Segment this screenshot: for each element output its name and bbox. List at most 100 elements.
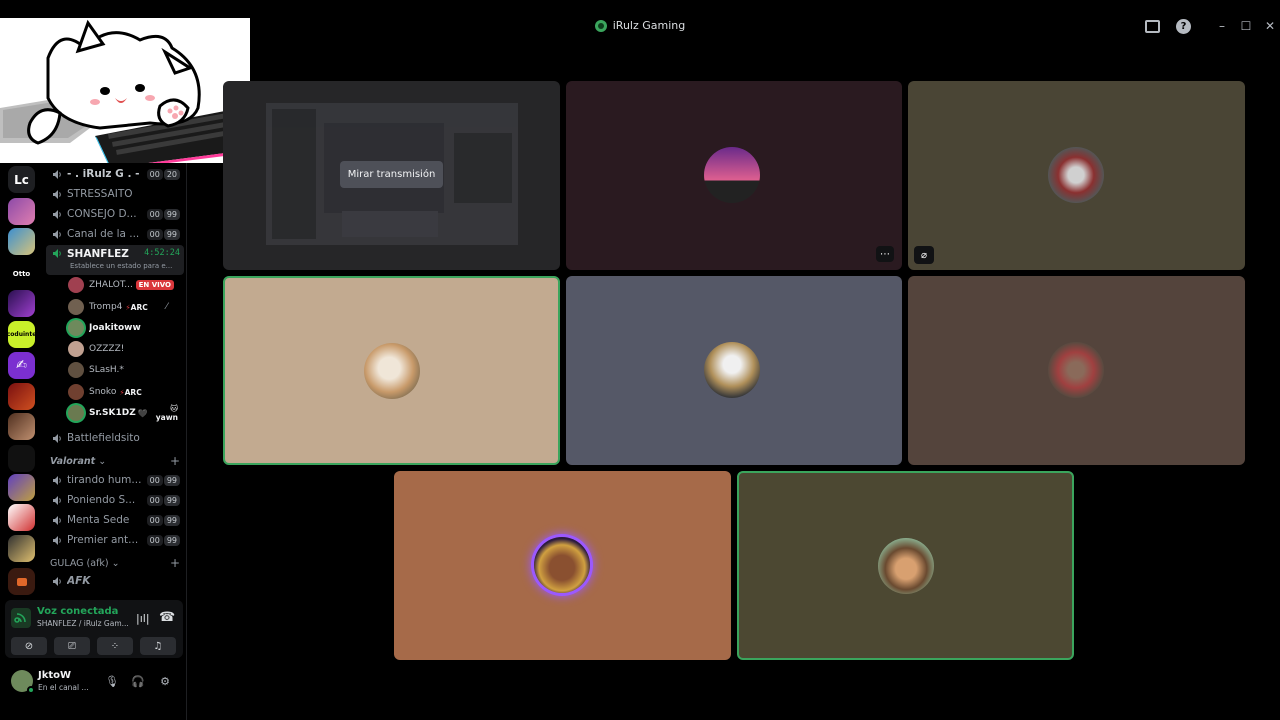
avatar [68,320,84,336]
folder-icon[interactable] [8,568,35,595]
disconnect-icon[interactable]: ☎ [159,610,175,625]
channel-name: Poniendo S... [67,494,136,506]
add-channel-icon[interactable]: + [170,557,180,569]
online-status-icon [27,686,35,694]
category-gulag[interactable]: GULAG (afk) ⌄ + [50,557,180,569]
participant-tile[interactable]: ⌀ [908,81,1245,270]
server-icon[interactable] [8,228,35,255]
voice-connected-panel: Voz conectada SHANFLEZ / iRulz Gam... |ı… [5,600,183,658]
cat-icon: 🐱 [170,404,178,413]
watch-stream-button[interactable]: Mirar transmisión [340,161,443,188]
voice-user[interactable]: ZHALOT... EN VIVO [68,275,182,295]
server-icon-otto[interactable]: Otto [8,260,35,287]
channel-status[interactable]: Establece un estado para e... [70,262,172,270]
avatar [704,147,760,203]
user-status: En el canal ... [38,683,89,692]
channel-name: AFK [67,575,91,587]
channel-name: Battlefieldsito [67,432,140,444]
screen-share-button[interactable]: ⎚ [54,637,90,655]
help-icon[interactable]: ? [1176,19,1191,34]
voice-channel[interactable]: Canal de la ... 00 99 [46,224,184,244]
participant-tile[interactable]: ⋯ [566,81,902,270]
voice-user[interactable]: Joakitoww [68,318,182,338]
user-name: Tromp4 [89,302,123,312]
server-icon[interactable] [8,535,35,562]
channel-name: STRESSAITO [67,188,133,200]
stream-tile[interactable]: Mirar transmisión [223,81,560,270]
participant-tile[interactable] [566,276,902,465]
user-count: 00 99 [146,534,180,546]
server-icon[interactable] [8,445,35,472]
noise-suppression-icon[interactable]: |ıl| [136,612,150,625]
server-icon[interactable] [8,383,35,410]
channel-name: - . iRulz G . - [67,168,140,180]
microphone-icon[interactable]: 🎙 [105,674,119,688]
speaker-icon [52,169,63,180]
avatar [534,537,590,593]
activities-button[interactable]: ⁘ [97,637,133,655]
voice-channel[interactable]: - . iRulz G . - 00 20 [46,164,184,184]
voice-channel[interactable]: Battlefieldsito [46,428,184,448]
user-name: Snoko [89,387,117,397]
voice-channel[interactable]: Premier ant... 00 99 [46,530,184,550]
user-name: SLasH.* [89,365,124,375]
avatar [68,405,84,421]
participant-tile-speaking[interactable] [737,471,1074,660]
speaker-icon [52,535,63,546]
participant-tile[interactable] [908,276,1245,465]
server-icon[interactable] [8,413,35,440]
voice-user[interactable]: Snoko ⚡ARC [68,382,182,402]
category-valorant[interactable]: Valorant ⌄ + [50,455,180,467]
add-channel-icon[interactable]: + [170,455,180,467]
voice-channel[interactable]: Poniendo S... 00 99 [46,490,184,510]
speaker-icon [52,495,63,506]
user-tag: ⚡ARC [119,387,142,397]
gear-icon[interactable]: ⚙ [158,674,172,688]
avatar [68,299,84,315]
user-count: 00 99 [146,514,180,526]
voice-channel[interactable]: STRESSAITO [46,184,184,204]
user-tag: ⚡ARC [125,302,148,312]
more-options-icon[interactable]: ⋯ [876,246,894,262]
speaker-icon [52,189,63,200]
voice-channel[interactable]: tirando hum... 00 99 [46,470,184,490]
cat-sticker-image [0,18,250,163]
voice-channel[interactable]: Menta Sede 00 99 [46,510,184,530]
server-icon-coduinte[interactable]: coduinte [8,321,35,348]
avatar [1048,342,1104,398]
camera-off-button[interactable]: ⊘ [11,637,47,655]
user-tag: 🐱yawn [155,404,178,422]
avatar [878,538,934,594]
server-icon-lc[interactable]: Lc [8,166,35,193]
server-icon[interactable]: ✍ [8,352,35,379]
server-icon[interactable] [8,290,35,317]
speaker-icon [52,229,63,240]
live-badge: EN VIVO [135,280,174,290]
channel-name: Premier ant... [67,534,139,546]
maximize-button[interactable]: ☐ [1238,18,1254,34]
close-button[interactable]: ✕ [1262,18,1278,34]
participant-tile-speaking[interactable] [223,276,560,465]
voice-user[interactable]: SLasH.* [68,360,182,380]
user-name[interactable]: JktoW [38,670,71,681]
inbox-icon[interactable] [1145,20,1160,33]
signal-icon[interactable] [11,608,31,628]
voice-user[interactable]: OZZZZ! [68,339,182,359]
headphones-icon[interactable]: 🎧 [131,674,145,688]
server-icon[interactable] [8,474,35,501]
channel-name: Menta Sede [67,514,130,526]
speaker-icon [52,433,63,444]
minimize-button[interactable]: – [1214,18,1230,34]
voice-channel-path[interactable]: SHANFLEZ / iRulz Gam... [37,619,129,628]
voice-user[interactable]: Tromp4 ⚡ARC ⁄ [68,297,182,317]
soundboard-button[interactable]: ♫ [140,637,176,655]
voice-channel-active[interactable]: SHANFLEZ 4:52:24 Establece un estado par… [46,245,184,275]
chevron-down-icon: ⌄ [111,558,120,569]
voice-channel[interactable]: AFK [46,571,184,591]
participant-tile[interactable] [394,471,731,660]
voice-channel[interactable]: CONSEJO D... 00 99 [46,204,184,224]
voice-user[interactable]: Sr.SK1DZ 🖤 🐱yawn [68,403,182,423]
server-icon[interactable] [8,504,35,531]
avatar [68,341,84,357]
server-icon[interactable] [8,198,35,225]
